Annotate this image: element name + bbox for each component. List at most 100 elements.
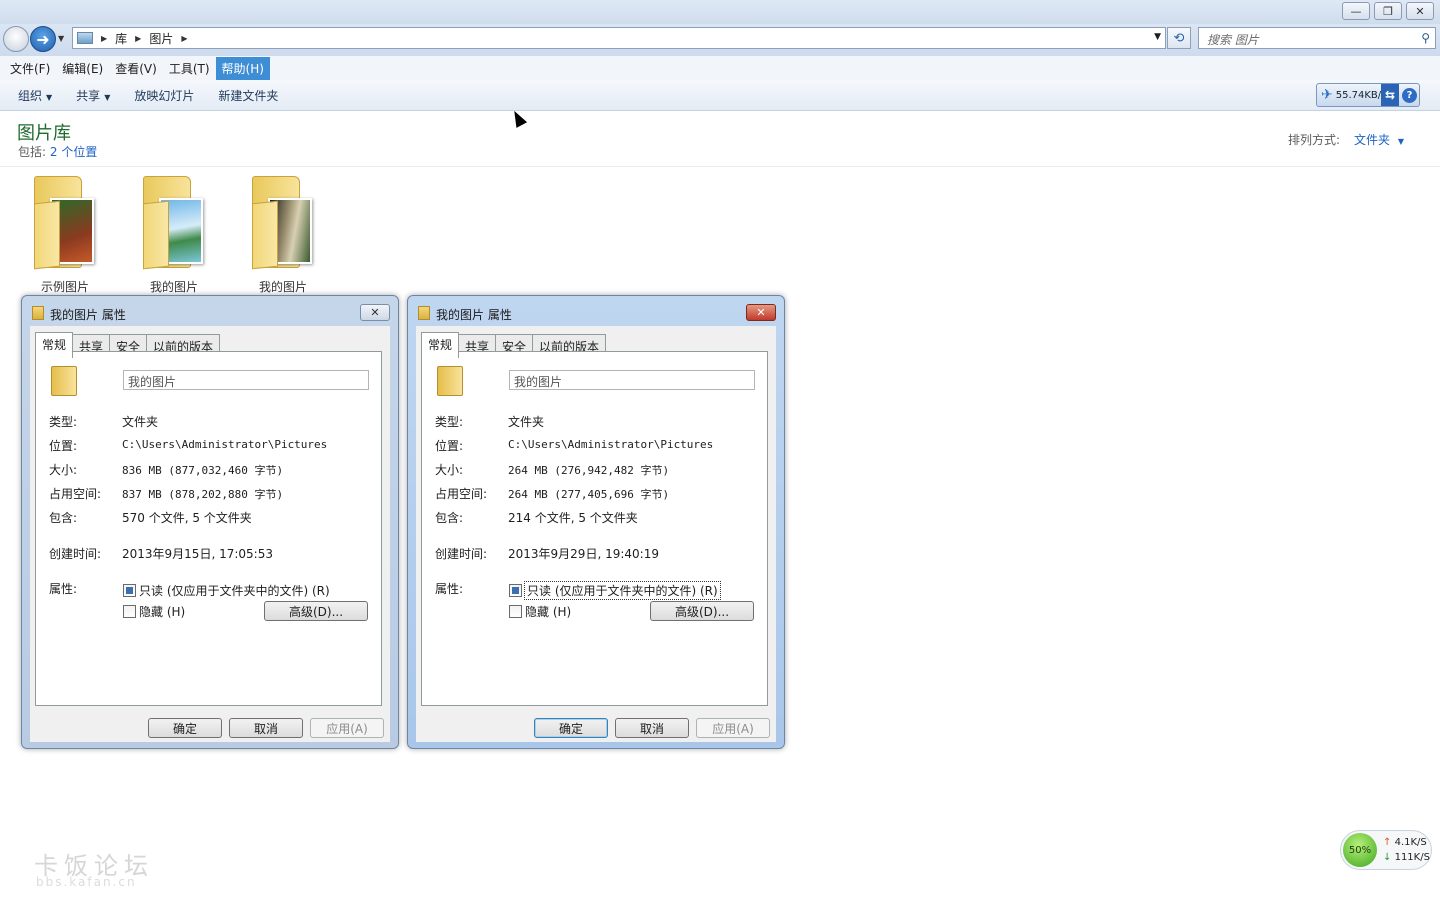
folder-item[interactable]: 我的图片 (129, 172, 219, 295)
cancel-button[interactable]: 取消 (229, 718, 303, 738)
hidden-checkbox[interactable]: 隐藏 (H) (509, 603, 571, 620)
caret-down-icon: ▼ (46, 92, 53, 102)
title-bar: — ❐ ✕ (0, 0, 1440, 24)
dialog-title: 我的图片 属性 (50, 308, 126, 322)
menu-help[interactable]: 帮助(H) (215, 56, 270, 80)
close-button[interactable]: ✕ (1406, 2, 1434, 20)
arrow-down-icon: ↓ (1383, 852, 1392, 863)
arrange-by: 排列方式: 文件夹 ▼ (1288, 131, 1404, 148)
slideshow-button[interactable]: 放映幻灯片 (126, 83, 202, 108)
folder-name-field[interactable]: 我的图片 (509, 370, 755, 390)
back-button[interactable] (3, 26, 29, 52)
library-includes: 包括: 2 个位置 (18, 143, 97, 160)
meter-percent: 50% (1343, 833, 1377, 867)
tab-general[interactable]: 常规 (35, 332, 74, 358)
forward-button[interactable]: ➜ (30, 26, 56, 52)
organize-label: 组织 (18, 88, 43, 103)
network-meter[interactable]: 50% ↑ 4.1K/S ↓ 111K/S (1340, 830, 1432, 870)
folder-item[interactable]: 我的图片 (238, 172, 328, 295)
breadcrumb-pictures[interactable]: 图片 (149, 30, 173, 47)
location-value: C:\Users\Administrator\Pictures (508, 438, 714, 451)
menu-tools[interactable]: 工具(T) (163, 57, 216, 80)
breadcrumb-library[interactable]: 库 (115, 30, 127, 47)
attributes-label: 属性: (49, 582, 78, 596)
apply-button[interactable]: 应用(A) (696, 718, 770, 738)
arrange-value: 文件夹 (1354, 133, 1391, 147)
checkbox-indeterminate-icon (123, 584, 136, 597)
contains-label: 包含: (435, 511, 464, 525)
location-label: 位置: (49, 439, 78, 453)
folder-icon (418, 306, 430, 320)
includes-locations-link[interactable]: 2 个位置 (50, 145, 97, 159)
arrow-right-icon: ➜ (36, 29, 50, 49)
share-label: 共享 (76, 88, 101, 103)
folder-icon (30, 172, 100, 270)
properties-dialog: 我的图片 属性 ✕ 常规 共享 安全 以前的版本 我的图片 类型: 文件夹 位置:… (407, 295, 785, 749)
help-icon[interactable]: ? (1402, 88, 1417, 103)
location-label: 位置: (435, 439, 464, 453)
contains-value: 570 个文件, 5 个文件夹 (122, 511, 252, 525)
address-bar[interactable]: ▶ 库 ▶ 图片 ▶ ▼ (72, 27, 1166, 49)
chevron-right-icon[interactable]: ▶ (181, 34, 187, 43)
swap-icon[interactable]: ⇆ (1381, 84, 1399, 106)
advanced-button[interactable]: 高级(D)... (650, 601, 754, 621)
net-speed-value: 55.74KB/s (1335, 89, 1387, 101)
ok-button[interactable]: 确定 (148, 718, 222, 738)
restore-button[interactable]: ❐ (1374, 2, 1402, 20)
ok-button[interactable]: 确定 (534, 718, 608, 738)
readonly-checkbox[interactable]: 只读 (仅应用于文件夹中的文件) (R) (509, 581, 721, 600)
readonly-checkbox[interactable]: 只读 (仅应用于文件夹中的文件) (R) (123, 582, 330, 599)
new-folder-button[interactable]: 新建文件夹 (210, 83, 286, 108)
chevron-right-icon[interactable]: ▶ (135, 34, 141, 43)
search-input[interactable]: 搜索 图片 ⚲ (1198, 27, 1436, 49)
address-dropdown-icon[interactable]: ▼ (1154, 32, 1161, 42)
folder-icon (139, 172, 209, 270)
created-value: 2013年9月29日, 19:40:19 (508, 547, 659, 561)
command-bar: 组织 ▼ 共享 ▼ 放映幻灯片 新建文件夹 ✈ 55.74KB/s ⇆ ? (0, 80, 1440, 111)
recent-pages-dropdown[interactable]: ▼ (58, 34, 64, 43)
chevron-right-icon[interactable]: ▶ (101, 34, 107, 43)
hidden-label: 隐藏 (H) (525, 605, 572, 619)
checkbox-icon (509, 605, 522, 618)
share-button[interactable]: 共享 ▼ (68, 83, 118, 108)
download-value: 111K/S (1394, 852, 1430, 863)
caret-down-icon: ▼ (1397, 137, 1404, 146)
created-label: 创建时间: (49, 547, 102, 561)
net-speed-widget[interactable]: ✈ 55.74KB/s ⇆ ? (1316, 83, 1420, 107)
type-value: 文件夹 (508, 415, 545, 429)
folder-icon (51, 366, 77, 396)
disk-size-label: 占用空间: (49, 487, 102, 501)
upload-value: 4.1K/S (1394, 837, 1427, 848)
organize-button[interactable]: 组织 ▼ (10, 83, 60, 108)
minimize-button[interactable]: — (1342, 2, 1370, 20)
refresh-button[interactable]: ⟲ (1167, 27, 1191, 49)
location-value: C:\Users\Administrator\Pictures (122, 438, 328, 451)
hidden-checkbox[interactable]: 隐藏 (H) (123, 603, 185, 620)
type-label: 类型: (435, 415, 464, 429)
disk-size-value: 264 MB (277,405,696 字节) (508, 488, 670, 501)
close-icon[interactable]: ✕ (746, 304, 776, 321)
apply-button[interactable]: 应用(A) (310, 718, 384, 738)
advanced-button[interactable]: 高级(D)... (264, 601, 368, 621)
arrange-dropdown[interactable]: 文件夹 ▼ (1354, 131, 1404, 148)
library-icon (77, 32, 93, 44)
type-value: 文件夹 (122, 415, 159, 429)
folder-label: 我的图片 (258, 280, 307, 294)
menu-edit[interactable]: 编辑(E) (56, 57, 109, 80)
cancel-button[interactable]: 取消 (615, 718, 689, 738)
close-icon[interactable]: ✕ (360, 304, 390, 321)
checkbox-indeterminate-icon (509, 584, 522, 597)
menu-file[interactable]: 文件(F) (4, 57, 56, 80)
menu-view[interactable]: 查看(V) (109, 57, 163, 80)
readonly-label: 只读 (仅应用于文件夹中的文件) (R) (139, 584, 330, 598)
watermark-url: bbs.kafan.cn (36, 875, 137, 889)
folder-icon (32, 306, 44, 320)
tab-general[interactable]: 常规 (421, 332, 460, 358)
address-row: ➜ ▼ ▶ 库 ▶ 图片 ▶ ▼ ⟲ 搜索 图片 ⚲ (0, 24, 1440, 56)
checkbox-icon (123, 605, 136, 618)
search-icon[interactable]: ⚲ (1421, 31, 1430, 45)
menu-bar: 文件(F) 编辑(E) 查看(V) 工具(T) 帮助(H) (0, 56, 1440, 80)
folder-label: 示例图片 (40, 280, 89, 294)
folder-item[interactable]: 示例图片 (20, 172, 110, 295)
folder-name-field[interactable]: 我的图片 (123, 370, 369, 390)
